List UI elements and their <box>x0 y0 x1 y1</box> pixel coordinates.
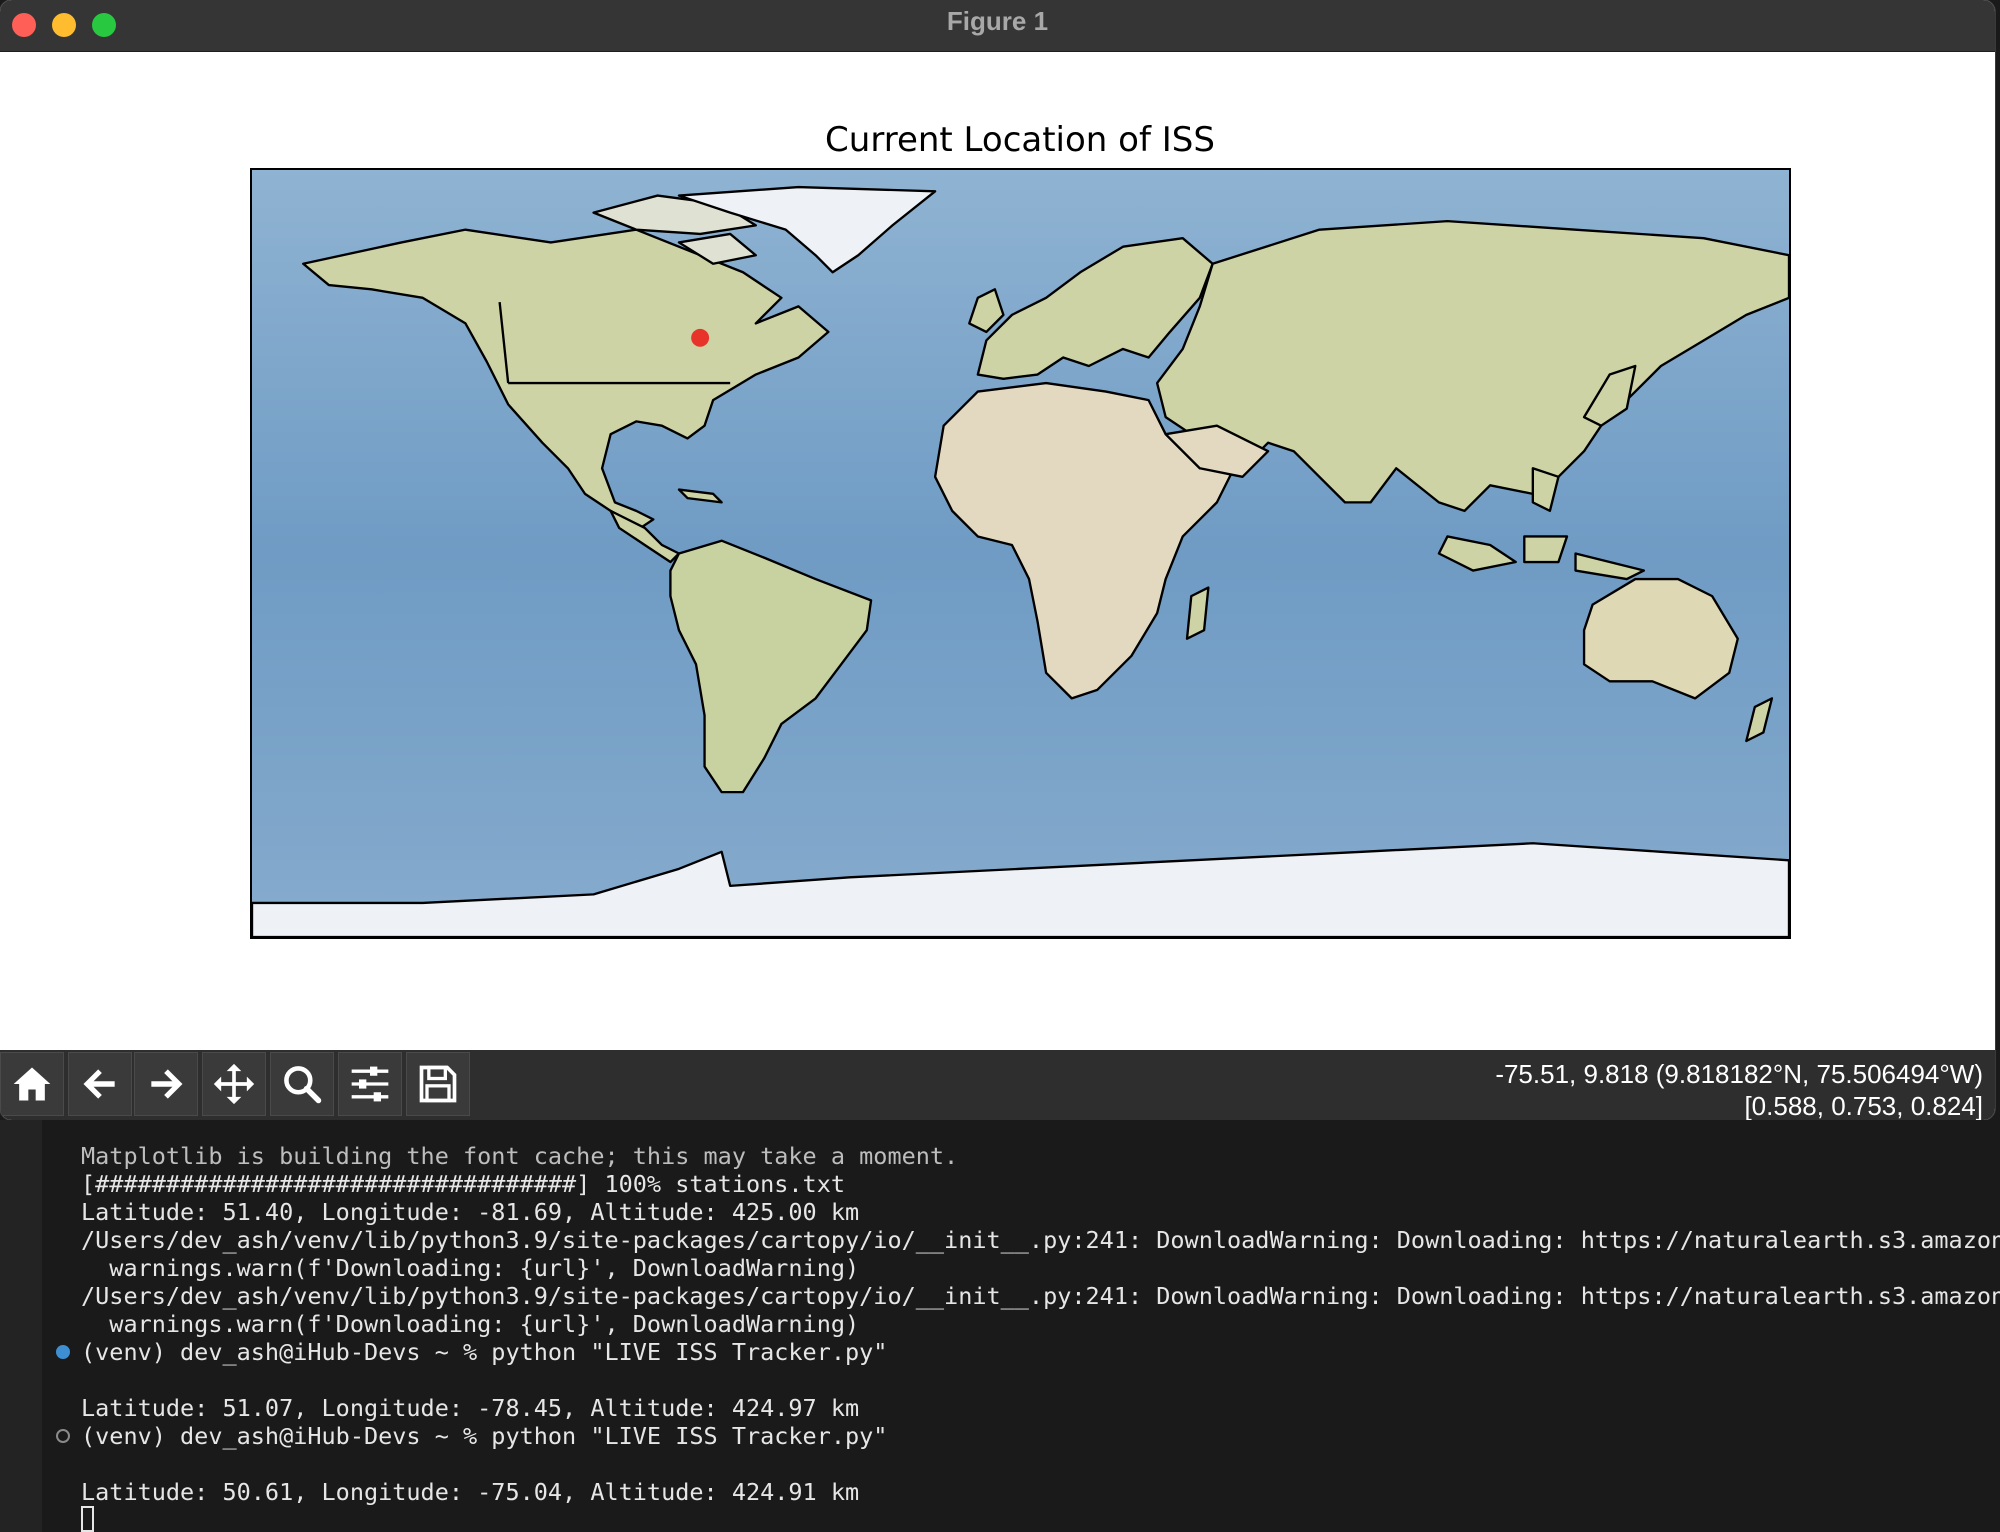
magnifier-icon <box>284 1066 322 1104</box>
move-icon <box>213 1063 255 1105</box>
arrow-left-icon <box>83 1069 115 1099</box>
sliders-icon <box>351 1066 389 1102</box>
home-button[interactable] <box>0 1052 64 1116</box>
command-running-marker[interactable] <box>56 1429 70 1443</box>
arrow-right-icon <box>151 1069 183 1099</box>
iss-location-marker <box>691 328 710 347</box>
world-map-axes[interactable] <box>250 168 1791 939</box>
coordinate-readout-line1: -75.51, 9.818 (9.818182°N, 75.506494°W) <box>1495 1059 1983 1089</box>
back-button[interactable] <box>68 1052 132 1116</box>
terminal-line: Matplotlib is building the font cache; t… <box>81 1142 959 1170</box>
terminal-panel[interactable]: Matplotlib is building the font cache; t… <box>0 1120 2000 1532</box>
terminal-line: [##################################] 100… <box>81 1170 846 1198</box>
title-bar[interactable]: Figure 1 <box>0 0 1995 52</box>
terminal-gutter <box>0 1120 42 1532</box>
configure-subplots-button[interactable] <box>338 1052 402 1116</box>
terminal-line: /Users/dev_ash/venv/lib/python3.9/site-p… <box>81 1226 2000 1254</box>
coordinate-readout-line2: [0.588, 0.753, 0.824] <box>1744 1091 1983 1120</box>
figure-window: Figure 1 Current Location of ISS -75.51,… <box>0 0 1995 1120</box>
figure-title: Current Location of ISS <box>825 120 1215 160</box>
zoom-button[interactable] <box>270 1052 334 1116</box>
figure-canvas[interactable]: Current Location of ISS <box>0 52 1995 1048</box>
terminal-line: Latitude: 50.61, Longitude: -75.04, Alti… <box>81 1478 860 1506</box>
terminal-prompt-line: (venv) dev_ash@iHub-Devs ~ % python "LIV… <box>81 1422 888 1450</box>
forward-button[interactable] <box>134 1052 198 1116</box>
terminal-prompt-line: (venv) dev_ash@iHub-Devs ~ % python "LIV… <box>81 1338 888 1366</box>
terminal-line: /Users/dev_ash/venv/lib/python3.9/site-p… <box>81 1282 2000 1310</box>
terminal-line: warnings.warn(f'Downloading: {url}', Dow… <box>81 1254 860 1282</box>
command-success-marker[interactable] <box>56 1345 70 1359</box>
terminal-line: warnings.warn(f'Downloading: {url}', Dow… <box>81 1310 860 1338</box>
terminal-line: Latitude: 51.40, Longitude: -81.69, Alti… <box>81 1198 860 1226</box>
pan-button[interactable] <box>202 1052 266 1116</box>
terminal-line: Latitude: 51.07, Longitude: -78.45, Alti… <box>81 1394 860 1422</box>
iss-layer <box>691 328 710 347</box>
save-button[interactable] <box>406 1052 470 1116</box>
home-icon <box>13 1067 51 1101</box>
terminal-cursor <box>81 1506 94 1532</box>
window-title: Figure 1 <box>946 6 1049 36</box>
cursor-coordinate-readout: -75.51, 9.818 (9.818182°N, 75.506494°W) … <box>1495 1058 1983 1120</box>
navigation-toolbar: -75.51, 9.818 (9.818182°N, 75.506494°W) … <box>0 1050 1995 1120</box>
floppy-disk-icon <box>419 1065 457 1103</box>
